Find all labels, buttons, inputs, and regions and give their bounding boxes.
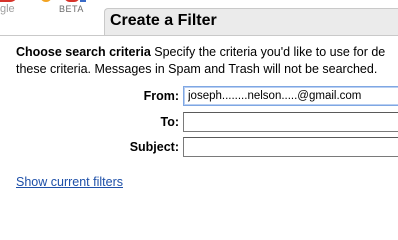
gmail-logo: gle BETA	[0, 0, 100, 36]
subject-row: Subject:	[0, 137, 398, 159]
subject-field[interactable]	[183, 137, 398, 157]
criteria-heading: Choose search criteria	[16, 45, 151, 59]
to-row: To:	[0, 112, 398, 134]
beta-badge: BETA	[59, 4, 84, 14]
from-row: From:	[0, 86, 398, 108]
from-label: From:	[143, 89, 179, 103]
criteria-text-line2: these criteria. Messages in Spam and Tra…	[16, 62, 378, 76]
criteria-text-line1: Specify the criteria you'd like to use f…	[150, 45, 386, 59]
criteria-description: Choose search criteria Specify the crite…	[16, 44, 398, 78]
show-current-filters-link[interactable]: Show current filters	[16, 175, 123, 189]
subject-label: Subject:	[129, 140, 179, 154]
page-header: Create a Filter	[104, 8, 398, 35]
page-title: Create a Filter	[110, 12, 217, 29]
logo-mark	[0, 0, 100, 10]
logo-word: gle	[0, 3, 15, 15]
from-field[interactable]	[183, 86, 398, 106]
to-field[interactable]	[183, 112, 398, 132]
to-label: To:	[160, 115, 179, 129]
